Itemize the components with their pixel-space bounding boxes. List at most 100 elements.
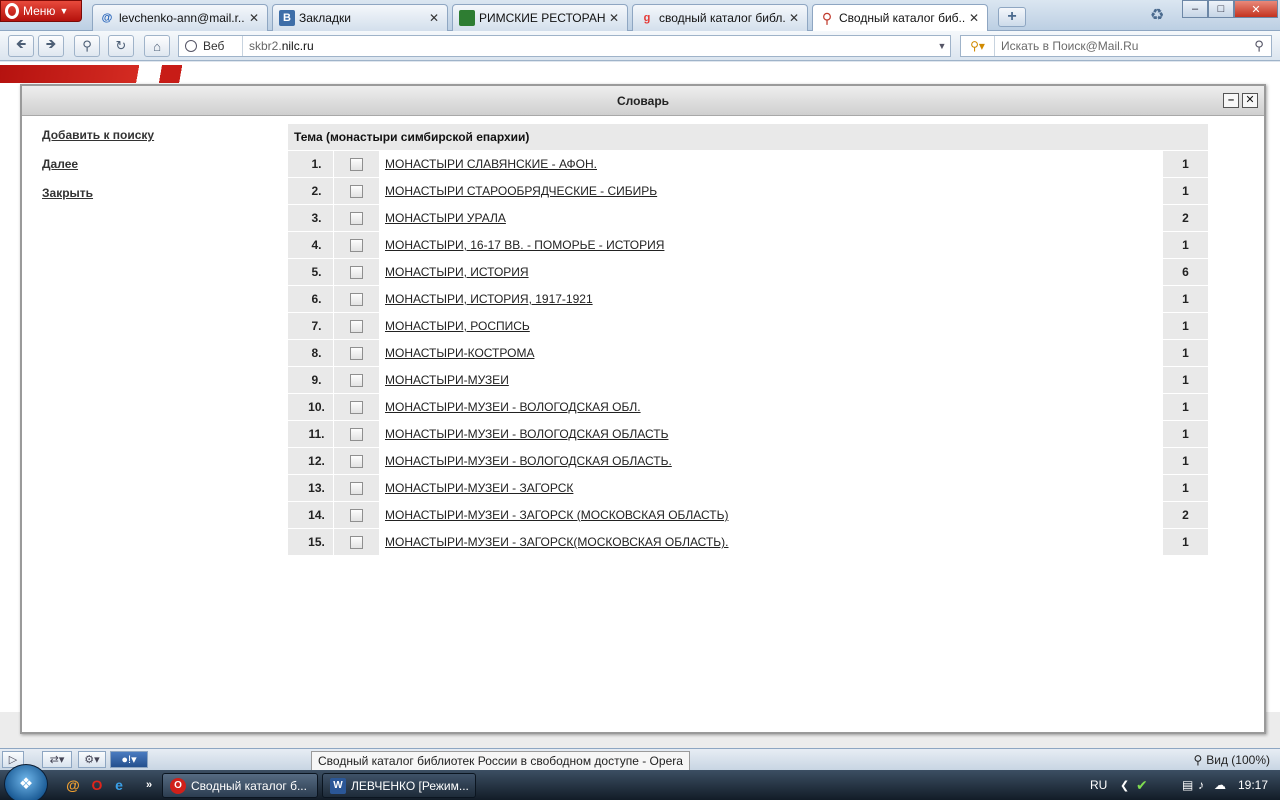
row-checkbox[interactable] (350, 239, 363, 253)
row-number: 11. (287, 420, 334, 448)
close-link[interactable]: Закрыть (42, 186, 154, 200)
search-box[interactable]: ⚲▾ Искать в Поиск@Mail.Ru ⚲ (960, 35, 1272, 57)
add-to-search-link[interactable]: Добавить к поиску (42, 128, 154, 142)
unite-button[interactable]: ●!▾ (110, 751, 148, 768)
row-number: 4. (287, 231, 334, 259)
term-link[interactable]: МОНАСТЫРИ-МУЗЕИ - ЗАГОРСК (385, 481, 573, 495)
close-tab-icon[interactable]: ✕ (609, 11, 621, 25)
search-input[interactable]: Искать в Поиск@Mail.Ru (995, 39, 1247, 53)
tray-volume-icon[interactable]: ♪ (1198, 770, 1204, 800)
arrow-right-icon: 🡺 (45, 36, 57, 51)
row-checkbox[interactable] (350, 428, 363, 442)
term-link[interactable]: МОНАСТЫРИ-КОСТРОМА (385, 346, 534, 360)
url-text[interactable]: skbr2.nilc.ru (243, 39, 934, 53)
search-engine-icon[interactable]: ⚲▾ (961, 36, 995, 56)
next-link[interactable]: Далее (42, 157, 154, 171)
term-link[interactable]: МОНАСТЫРИ, ИСТОРИЯ, 1917-1921 (385, 292, 593, 306)
sync-button[interactable]: ⇄▾ (42, 751, 72, 768)
row-count: 1 (1162, 312, 1209, 340)
row-checkbox[interactable] (350, 293, 363, 307)
row-checkbox[interactable] (350, 455, 363, 469)
term-link[interactable]: МОНАСТЫРИ УРАЛА (385, 211, 506, 225)
close-tab-icon[interactable]: ✕ (969, 11, 981, 25)
ie-icon[interactable]: e (110, 776, 128, 794)
opera-task-icon: O (170, 777, 186, 794)
row-count: 1 (1162, 420, 1209, 448)
row-checkbox[interactable] (350, 401, 363, 415)
close-tab-icon[interactable]: ✕ (249, 11, 261, 25)
row-checkbox[interactable] (350, 158, 363, 172)
web-badge[interactable]: Веб (179, 36, 243, 56)
term-link[interactable]: МОНАСТЫРИ СЛАВЯНСКИЕ - АФОН. (385, 157, 597, 171)
menu-label: Меню (23, 4, 56, 18)
term-link[interactable]: МОНАСТЫРИ-МУЗЕИ - ВОЛОГОДСКАЯ ОБЛАСТЬ. (385, 454, 672, 468)
row-checkbox[interactable] (350, 509, 363, 523)
maximize-icon[interactable]: □ (1208, 0, 1234, 18)
row-checkbox[interactable] (350, 266, 363, 280)
row-checkbox[interactable] (350, 347, 363, 361)
row-checkbox[interactable] (350, 320, 363, 334)
term-link[interactable]: МОНАСТЫРИ-МУЗЕИ - ВОЛОГОДСКАЯ ОБЛ. (385, 400, 641, 414)
tray-connection-icon[interactable]: ☁ (1214, 770, 1226, 800)
opera-quicklaunch-icon[interactable]: O (88, 776, 106, 794)
term-link[interactable]: МОНАСТЫРИ СТАРООБРЯДЧЕСКИЕ - СИБИРЬ (385, 184, 657, 198)
term-link[interactable]: МОНАСТЫРИ, 16-17 ВВ. - ПОМОРЬЕ - ИСТОРИЯ (385, 238, 664, 252)
tray-network-icon[interactable]: ▤ (1182, 770, 1193, 800)
task-opera[interactable]: O Сводный каталог б... (162, 773, 318, 798)
url-field[interactable]: Веб skbr2.nilc.ru ▼ (178, 35, 951, 57)
reload-button[interactable]: ↻ (108, 35, 134, 57)
term-link[interactable]: МОНАСТЫРИ-МУЗЕИ (385, 373, 509, 387)
magnifier-icon: ⚲ (821, 9, 833, 26)
close-window-icon[interactable]: ✕ (1234, 0, 1278, 18)
chevron-right-icon[interactable]: » (140, 776, 158, 794)
row-checkbox[interactable] (350, 185, 363, 199)
row-checkbox[interactable] (350, 536, 363, 550)
mail-agent-icon[interactable]: @ (64, 776, 82, 794)
tab-bookmarks[interactable]: B Закладки ✕ (272, 4, 448, 31)
row-term-cell: МОНАСТЫРИ-МУЗЕИ (379, 366, 1163, 394)
dialog-close-icon[interactable]: ✕ (1242, 93, 1258, 108)
term-link[interactable]: МОНАСТЫРИ, РОСПИСЬ (385, 319, 530, 333)
table-row: 7. МОНАСТЫРИ, РОСПИСЬ 1 (287, 312, 1209, 340)
tab-google-search[interactable]: g сводный каталог библ... ✕ (632, 4, 808, 31)
trash-icon[interactable]: ♻ (1148, 5, 1166, 25)
task-word[interactable]: W ЛЕВЧЕНКО [Режим... (322, 773, 476, 798)
close-tab-icon[interactable]: ✕ (429, 11, 441, 25)
row-number: 3. (287, 204, 334, 232)
zoom-control[interactable]: ⚲ Вид (100%) (1187, 751, 1276, 768)
chevron-down-icon[interactable]: ▼ (934, 41, 950, 51)
turbo-button[interactable]: ⚙▾ (78, 751, 106, 768)
term-link[interactable]: МОНАСТЫРИ, ИСТОРИЯ (385, 265, 529, 279)
home-button[interactable]: ⌂ (144, 35, 170, 57)
tray-update-icon[interactable]: ✔ (1136, 770, 1148, 800)
tab-mail[interactable]: @ levchenko-ann@mail.r... ✕ (92, 4, 268, 31)
new-tab-button[interactable]: + (998, 7, 1026, 27)
tray-chevron-icon[interactable]: ❮ (1120, 770, 1129, 800)
tab-restaurants[interactable]: РИМСКИЕ РЕСТОРАН... ✕ (452, 4, 628, 31)
term-link[interactable]: МОНАСТЫРИ-МУЗЕИ - ВОЛОГОДСКАЯ ОБЛАСТЬ (385, 427, 668, 441)
page-viewport: Словарь – ✕ Добавить к поиску Далее Закр… (0, 62, 1280, 748)
tray-language[interactable]: RU (1090, 770, 1107, 800)
tray-clock[interactable]: 19:17 (1238, 770, 1268, 800)
table-row: 1. МОНАСТЫРИ СЛАВЯНСКИЕ - АФОН. 1 (287, 150, 1209, 178)
row-term-cell: МОНАСТЫРИ, 16-17 ВВ. - ПОМОРЬЕ - ИСТОРИЯ (379, 231, 1163, 259)
minimize-icon[interactable]: – (1182, 0, 1208, 18)
term-link[interactable]: МОНАСТЫРИ-МУЗЕИ - ЗАГОРСК(МОСКОВСКАЯ ОБЛ… (385, 535, 729, 549)
term-link[interactable]: МОНАСТЫРИ-МУЗЕИ - ЗАГОРСК (МОСКОВСКАЯ ОБ… (385, 508, 729, 522)
row-checkbox-cell (333, 339, 380, 367)
wand-button[interactable]: ⚲ (74, 35, 100, 57)
back-button[interactable]: 🡸 (8, 35, 34, 57)
dialog-minimize-icon[interactable]: – (1223, 93, 1239, 108)
close-tab-icon[interactable]: ✕ (789, 11, 801, 25)
search-icon[interactable]: ⚲ (1247, 38, 1271, 54)
opera-menu-button[interactable]: Меню ▼ (0, 0, 82, 22)
row-checkbox[interactable] (350, 374, 363, 388)
tab-catalog-active[interactable]: ⚲ Сводный каталог биб... ✕ (812, 4, 988, 31)
google-icon: g (643, 12, 651, 24)
dialog-titlebar[interactable]: Словарь – ✕ (22, 86, 1264, 116)
start-button[interactable]: ❖ (4, 764, 48, 800)
row-checkbox[interactable] (350, 212, 363, 226)
row-checkbox[interactable] (350, 482, 363, 496)
forward-button[interactable]: 🡺 (38, 35, 64, 57)
row-count: 1 (1162, 528, 1209, 556)
